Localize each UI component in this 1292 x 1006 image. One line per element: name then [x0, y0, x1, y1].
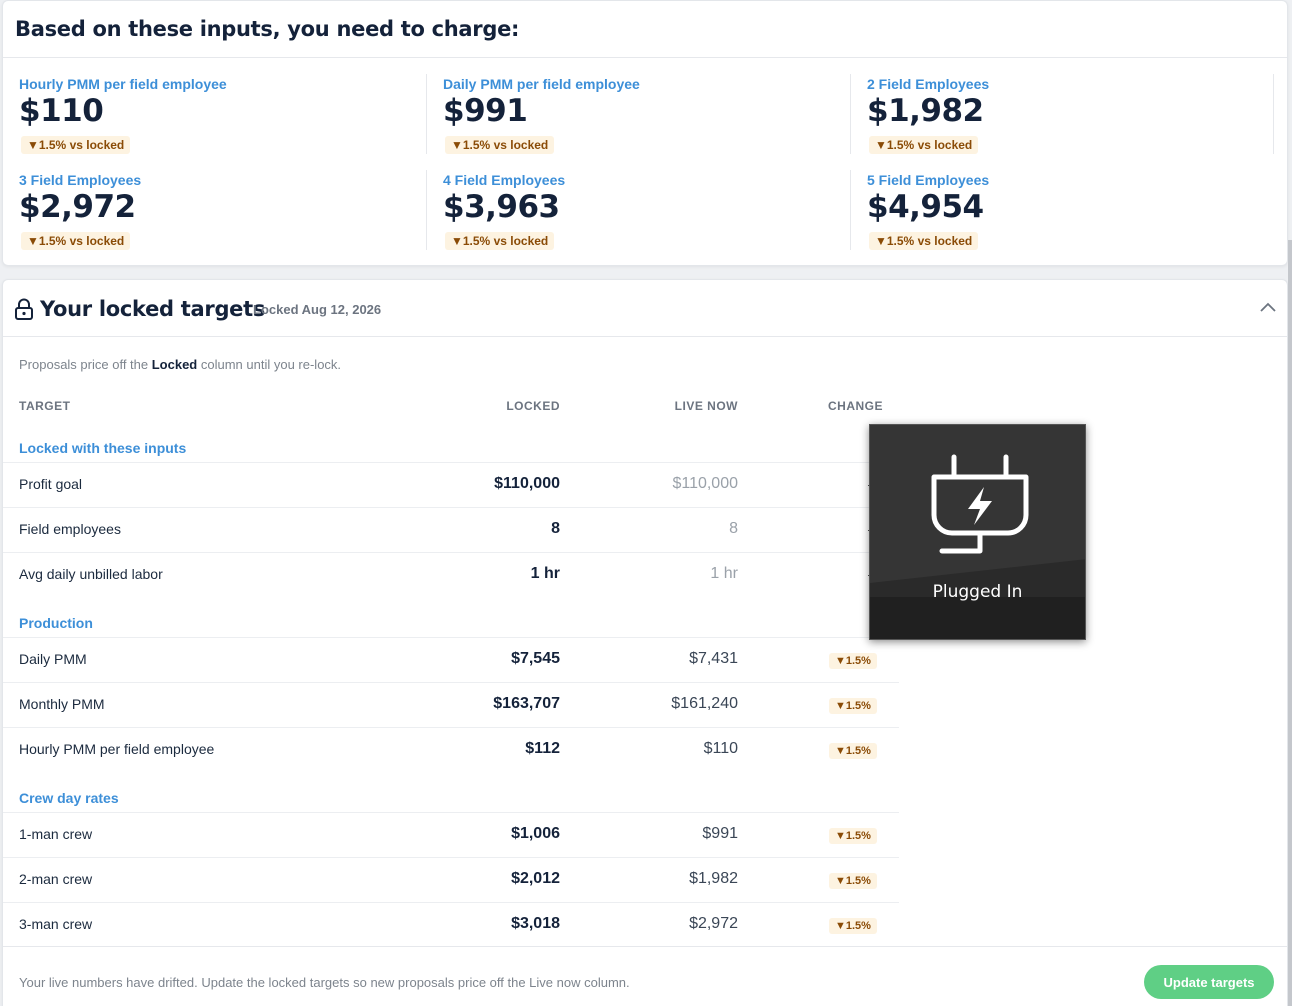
metric-value: $991	[443, 93, 528, 129]
drift-footer: Your live numbers have drifted. Update t…	[3, 946, 1287, 1006]
divider	[3, 57, 1287, 58]
intro-note: Proposals price off the Locked column un…	[19, 357, 341, 372]
row-live-value: 8	[729, 520, 738, 537]
metric-label: 5 Field Employees	[867, 172, 990, 188]
metric-label: 4 Field Employees	[443, 172, 566, 188]
plugged-in-toast: Plugged In	[869, 424, 1086, 640]
section-label-locked-inputs: Locked with these inputs	[19, 440, 187, 456]
metric-hourly-pmm: Hourly PMM per field employee $110 ▼1.5%…	[19, 76, 419, 160]
section-label-production: Production	[19, 615, 93, 631]
row-locked-value: $2,012	[511, 870, 560, 887]
table-row: Avg daily unbilled labor 1 hr 1 hr	[3, 552, 899, 597]
row-live-value: 1 hr	[710, 565, 738, 582]
chevron-up-icon[interactable]	[1259, 300, 1277, 314]
drift-note: Your live numbers have drifted. Update t…	[19, 975, 630, 990]
intro-text: column until you re-lock.	[197, 357, 342, 372]
table-row: Monthly PMM $163,707 $161,240 ▼1.5%	[3, 682, 899, 727]
column-header-change: CHANGE	[827, 399, 883, 413]
metric-label: 2 Field Employees	[867, 76, 990, 92]
change-badge: ▼1.5%	[829, 918, 877, 934]
metric-delta-badge: ▼1.5% vs locked	[21, 232, 131, 250]
row-locked-value: $112	[525, 740, 560, 757]
lock-icon	[15, 298, 33, 320]
row-label: Field employees	[19, 521, 121, 537]
metric-3-field-employees: 3 Field Employees $2,972 ▼1.5% vs locked	[19, 172, 419, 256]
row-locked-value: 1 hr	[530, 565, 560, 582]
row-locked-value: $3,018	[511, 915, 560, 932]
row-label: Profit goal	[19, 476, 83, 492]
row-label: Monthly PMM	[19, 696, 105, 712]
metric-value: $2,972	[19, 189, 136, 225]
metric-delta-badge: ▼1.5% vs locked	[445, 136, 555, 154]
charge-title: Based on these inputs, you need to charg…	[15, 17, 520, 41]
column-header-target: TARGET	[19, 399, 71, 413]
row-label: Hourly PMM per field employee	[19, 741, 215, 757]
row-locked-value: $163,707	[493, 695, 560, 712]
metric-delta-badge: ▼1.5% vs locked	[445, 232, 555, 250]
row-locked-value: $7,545	[511, 650, 560, 667]
change-badge: ▼1.5%	[829, 873, 877, 889]
row-label: 1-man crew	[19, 826, 93, 842]
row-live-value: $110,000	[672, 475, 738, 492]
metric-label: Hourly PMM per field employee	[19, 76, 227, 92]
charge-summary-card: Based on these inputs, you need to charg…	[2, 0, 1288, 266]
row-label: Avg daily unbilled labor	[19, 566, 163, 582]
metric-value: $1,982	[867, 93, 984, 129]
locked-targets-card: Your locked targets Locked Aug 12, 2026 …	[2, 279, 1288, 1006]
table-row: Daily PMM $7,545 $7,431 ▼1.5%	[3, 637, 899, 682]
row-locked-value: $1,006	[511, 825, 560, 842]
row-label: 2-man crew	[19, 871, 93, 887]
metric-value: $3,963	[443, 189, 560, 225]
column-divider	[850, 74, 851, 154]
table-row: 3-man crew $3,018 $2,972 ▼1.5%	[3, 902, 899, 947]
row-label: 3-man crew	[19, 916, 93, 932]
row-live-value: $161,240	[671, 695, 738, 712]
row-live-value: $7,431	[689, 650, 738, 667]
column-divider	[426, 74, 427, 154]
column-divider	[426, 170, 427, 250]
intro-text: Proposals price off the	[19, 357, 152, 372]
locked-date: Locked Aug 12, 2026	[253, 302, 382, 317]
metric-delta-badge: ▼1.5% vs locked	[869, 136, 979, 154]
column-divider	[1273, 74, 1274, 154]
update-targets-button[interactable]: Update targets	[1144, 965, 1274, 999]
row-live-value: $2,972	[689, 915, 738, 932]
column-header-live-now: LIVE NOW	[674, 399, 738, 413]
metric-value: $4,954	[867, 189, 984, 225]
table-row: Profit goal $110,000 $110,000	[3, 462, 899, 507]
metric-delta-badge: ▼1.5% vs locked	[21, 136, 131, 154]
metric-label: 3 Field Employees	[19, 172, 142, 188]
change-badge: ▼1.5%	[829, 653, 877, 669]
intro-emphasis: Locked	[151, 357, 198, 372]
column-header-locked: LOCKED	[506, 399, 560, 413]
toast-message: Plugged In	[932, 582, 1023, 602]
section-label-crew-day-rates: Crew day rates	[19, 790, 119, 806]
change-badge: ▼1.5%	[829, 743, 877, 759]
column-divider	[850, 170, 851, 250]
table-row: Hourly PMM per field employee $112 $110 …	[3, 727, 899, 772]
row-locked-value: $110,000	[494, 475, 560, 492]
locked-targets-title: Your locked targets	[40, 297, 266, 321]
metric-daily-pmm: Daily PMM per field employee $991 ▼1.5% …	[443, 76, 843, 160]
row-live-value: $991	[702, 825, 738, 842]
table-row: Field employees 8 8	[3, 507, 899, 552]
metric-5-field-employees: 5 Field Employees $4,954 ▼1.5% vs locked	[867, 172, 1267, 256]
metric-value: $110	[19, 93, 104, 129]
table-row: 2-man crew $2,012 $1,982 ▼1.5%	[3, 857, 899, 902]
change-badge: ▼1.5%	[829, 698, 877, 714]
metric-delta-badge: ▼1.5% vs locked	[869, 232, 979, 250]
row-live-value: $1,982	[689, 870, 738, 887]
locked-targets-header[interactable]: Your locked targets Locked Aug 12, 2026	[3, 280, 1287, 337]
power-plug-icon	[931, 454, 1029, 554]
metric-2-field-employees: 2 Field Employees $1,982 ▼1.5% vs locked	[867, 76, 1267, 160]
change-badge: ▼1.5%	[829, 828, 877, 844]
metric-label: Daily PMM per field employee	[443, 76, 640, 92]
row-locked-value: 8	[551, 520, 560, 537]
metric-4-field-employees: 4 Field Employees $3,963 ▼1.5% vs locked	[443, 172, 843, 256]
row-live-value: $110	[703, 740, 738, 757]
scrollbar[interactable]	[1288, 240, 1292, 1006]
table-row: 1-man crew $1,006 $991 ▼1.5%	[3, 812, 899, 857]
row-label: Daily PMM	[19, 651, 87, 667]
